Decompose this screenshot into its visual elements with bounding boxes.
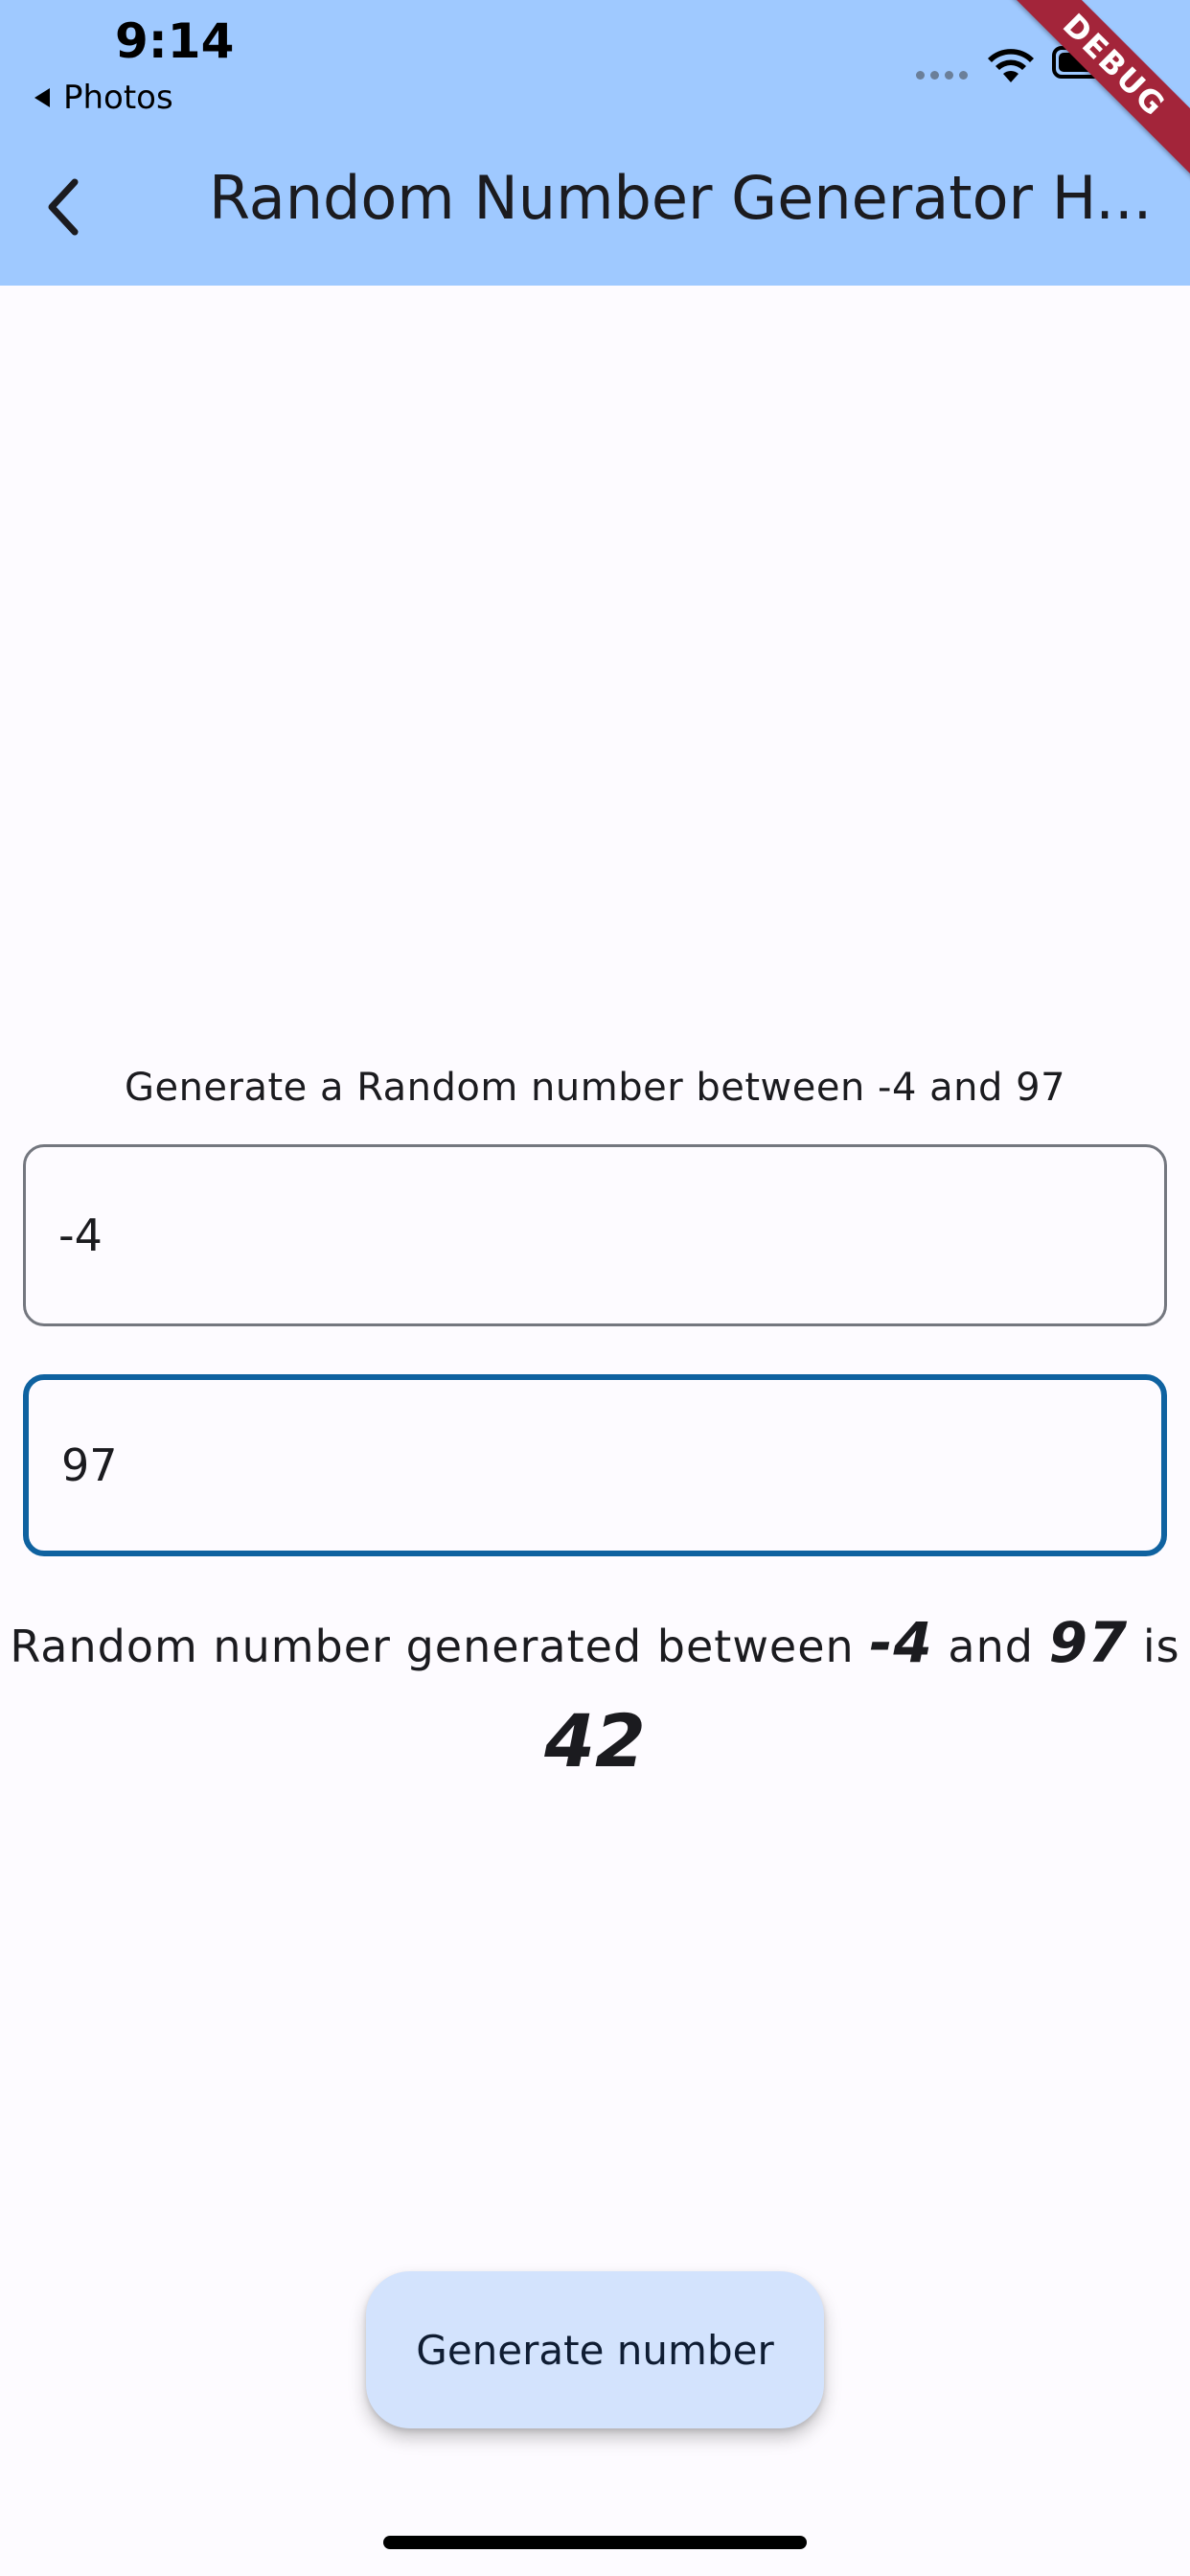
back-button[interactable] — [34, 172, 92, 242]
max-value-field[interactable] — [23, 1374, 1167, 1556]
page-title: Random Number Generator H... — [209, 163, 1153, 233]
chevron-left-icon — [48, 178, 79, 236]
screen: 9:14 Photos DEBUG Random Number Generato… — [0, 0, 1190, 2576]
app-bar: 9:14 Photos DEBUG Random Number Generato… — [0, 0, 1190, 286]
result-min: -4 — [869, 1610, 933, 1675]
result-conjunction: and — [948, 1621, 1034, 1672]
back-app-label: Photos — [63, 79, 173, 117]
wifi-icon — [988, 49, 1034, 82]
back-triangle-icon — [34, 88, 50, 107]
status-time: 9:14 — [115, 13, 235, 69]
max-value-input[interactable] — [61, 1380, 1115, 1551]
min-value-field[interactable] — [23, 1144, 1167, 1326]
generate-number-button[interactable]: Generate number — [366, 2271, 824, 2428]
result-prefix: Random number generated between — [10, 1621, 855, 1672]
result-max: 97 — [1048, 1610, 1129, 1675]
result-sentence: Random number generated between -4 and 9… — [0, 1610, 1190, 1675]
result-suffix: is — [1142, 1621, 1180, 1672]
range-prompt: Generate a Random number between -4 and … — [124, 1066, 1066, 1110]
generated-number: 42 — [544, 1698, 646, 1783]
home-indicator[interactable] — [383, 2536, 807, 2549]
cellular-signal-icon — [916, 71, 968, 80]
min-value-input[interactable] — [58, 1147, 1112, 1323]
back-to-photos-link[interactable]: Photos — [34, 79, 173, 117]
